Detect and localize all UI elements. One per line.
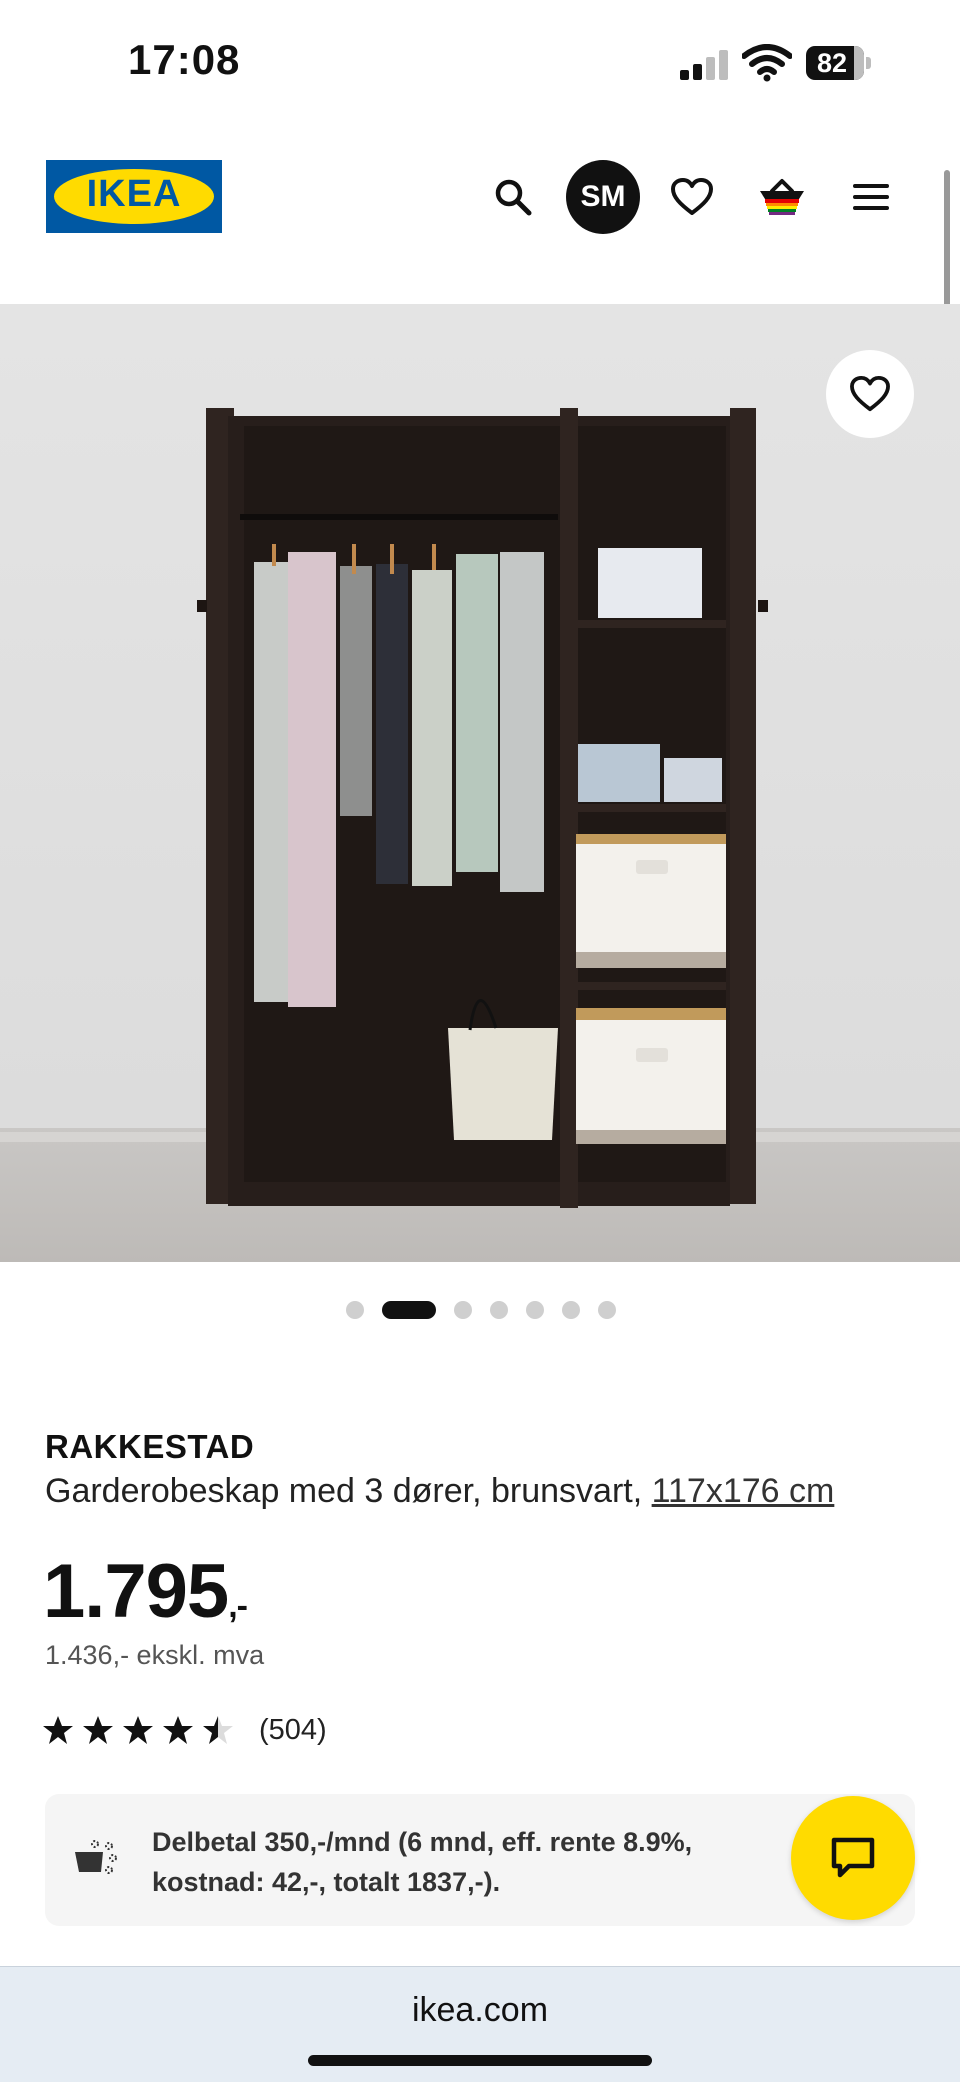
- signal-icon: [680, 50, 730, 80]
- url-text[interactable]: ikea.com: [0, 1991, 960, 2030]
- battery-level: 82: [816, 47, 848, 78]
- price-excl-vat: 1.436,- ekskl. mva: [45, 1640, 265, 1670]
- save-favourite-button[interactable]: [826, 350, 914, 438]
- browser-url-bar[interactable]: ikea.com: [0, 1966, 960, 2082]
- payment-icon: [73, 1838, 119, 1883]
- battery-icon: 82: [806, 46, 872, 80]
- basket-icon[interactable]: [745, 160, 819, 234]
- carousel-dot[interactable]: [346, 1301, 364, 1319]
- product-description: Garderobeskap med 3 dører, brunsvart, 11…: [45, 1472, 834, 1511]
- carousel-dot[interactable]: [562, 1301, 580, 1319]
- ikea-logo[interactable]: IKEA: [46, 160, 222, 233]
- financing-info[interactable]: Delbetal 350,-/mnd (6 mnd, eff. rente 8.…: [45, 1794, 915, 1926]
- price-main: 1.795: [43, 1549, 229, 1634]
- menu-icon[interactable]: [834, 160, 908, 234]
- star-icon: [163, 1716, 193, 1744]
- home-indicator[interactable]: [308, 2055, 652, 2066]
- star-icon: [83, 1716, 113, 1744]
- site-header: IKEA SM: [0, 130, 960, 304]
- rating-count[interactable]: (504): [259, 1714, 327, 1747]
- wardrobe-image: [0, 408, 960, 1208]
- star-icon: [123, 1716, 153, 1744]
- size-link[interactable]: 117x176 cm: [652, 1472, 835, 1510]
- carousel-dot[interactable]: [454, 1301, 472, 1319]
- product-image-carousel[interactable]: [0, 304, 960, 1262]
- search-icon[interactable]: [476, 160, 550, 234]
- star-icon: [203, 1716, 233, 1744]
- chat-icon: [831, 1837, 875, 1878]
- status-bar: 17:08 82: [0, 0, 960, 130]
- carousel-dot[interactable]: [382, 1301, 436, 1319]
- heart-icon[interactable]: [655, 160, 729, 234]
- product-rating[interactable]: (504): [43, 1710, 327, 1750]
- chat-button[interactable]: [791, 1796, 915, 1920]
- product-name: RAKKESTAD: [45, 1428, 255, 1465]
- status-time: 17:08: [128, 36, 241, 83]
- product-description-text: Garderobeskap med 3 dører, brunsvart,: [45, 1472, 652, 1510]
- financing-text: Delbetal 350,-/mnd (6 mnd, eff. rente 8.…: [152, 1827, 693, 1897]
- logo-text: IKEA: [86, 173, 182, 215]
- rating-stars: [43, 1715, 243, 1745]
- carousel-indicators: [0, 1298, 960, 1320]
- carousel-dot[interactable]: [526, 1301, 544, 1319]
- carousel-dot[interactable]: [490, 1301, 508, 1319]
- carousel-dot[interactable]: [598, 1301, 616, 1319]
- profile-avatar[interactable]: SM: [566, 160, 640, 234]
- wifi-icon: [741, 44, 793, 82]
- product-price: 1.795,-: [43, 1548, 248, 1635]
- star-icon: [43, 1716, 73, 1744]
- heart-icon: [850, 375, 890, 412]
- price-suffix: ,-: [228, 1587, 248, 1625]
